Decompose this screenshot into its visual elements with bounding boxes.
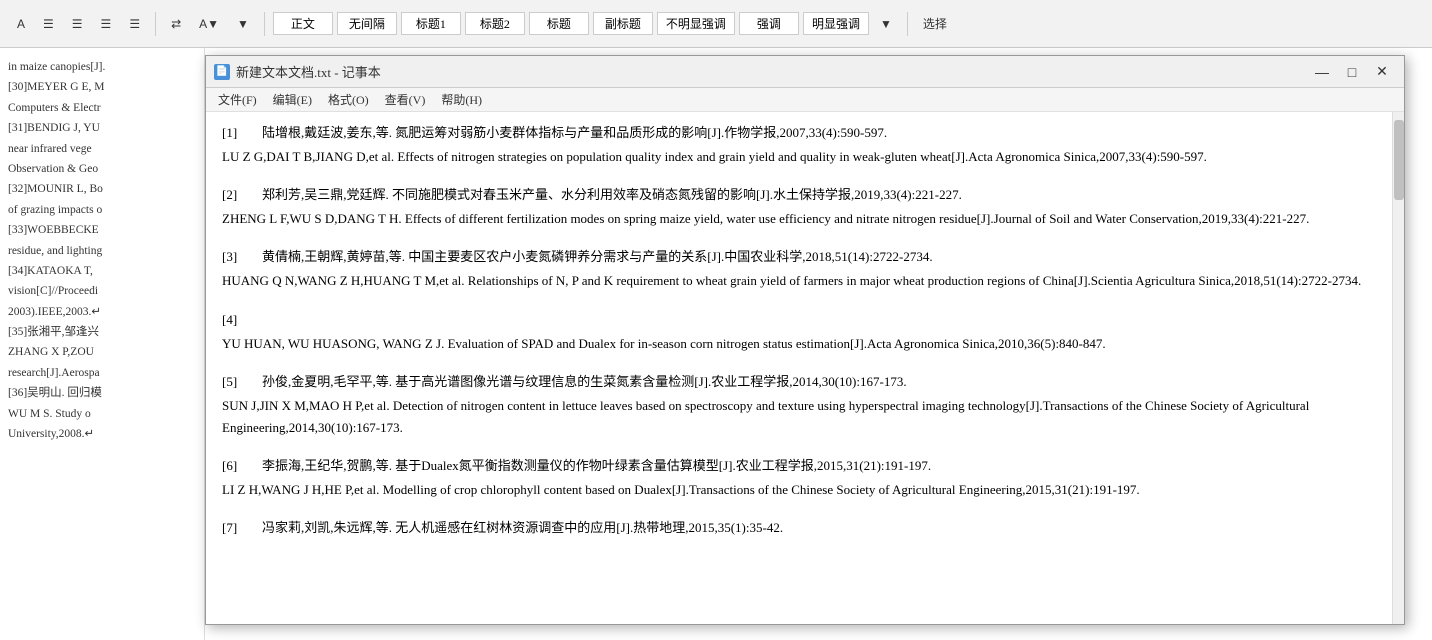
indent-btn[interactable]: ⇄	[164, 14, 188, 34]
menu-view[interactable]: 查看(V)	[377, 89, 434, 110]
close-button[interactable]: ✕	[1368, 62, 1396, 82]
ref-2-cn: [2]郑利芳,吴三鼎,党廷辉. 不同施肥模式对春玉米产量、水分利用效率及硝态氮残…	[222, 184, 1388, 206]
left-item-18: University,2008.↵	[8, 425, 196, 443]
scrollbar[interactable]	[1392, 112, 1404, 624]
more-btn[interactable]: ▼	[230, 14, 256, 34]
ref-3-cn: [3]黄倩楠,王朝辉,黄婷苗,等. 中国主要麦区农户小麦氮磷钾养分需求与产量的关…	[222, 246, 1388, 268]
ref-7: [7]冯家莉,刘凯,朱远辉,等. 无人机遥感在红树林资源调查中的应用[J].热带…	[222, 517, 1388, 539]
notepad-window: 📄 新建文本文档.txt - 记事本 — □ ✕ 文件(F) 编辑(E) 格式(…	[205, 55, 1405, 625]
select-btn[interactable]: 选择	[916, 12, 954, 35]
sep3	[907, 12, 908, 36]
ref-1-cn: [1]陆增根,戴廷波,姜东,等. 氮肥运筹对弱筋小麦群体指标与产量和品质形成的影…	[222, 122, 1388, 144]
notepad-menubar: 文件(F) 编辑(E) 格式(O) 查看(V) 帮助(H)	[206, 88, 1404, 112]
ref-3-cn-text: 黄倩楠,王朝辉,黄婷苗,等. 中国主要麦区农户小麦氮磷钾养分需求与产量的关系[J…	[262, 249, 933, 264]
ref-3-en: HUANG Q N,WANG Z H,HUANG T M,et al. Rela…	[222, 270, 1388, 292]
ref-5-number: [5]	[222, 371, 262, 393]
maximize-button[interactable]: □	[1338, 62, 1366, 82]
left-item-14: ZHANG X P,ZOU	[8, 343, 196, 361]
window-controls: — □ ✕	[1308, 62, 1396, 82]
style-wujiange[interactable]: 无间隔	[337, 12, 397, 35]
left-item-5: Observation & Geo	[8, 160, 196, 178]
ref-1-cn-text: 陆增根,戴廷波,姜东,等. 氮肥运筹对弱筋小麦群体指标与产量和品质形成的影响[J…	[262, 125, 887, 140]
left-item-7: of grazing impacts o	[8, 201, 196, 219]
style-biaoti2[interactable]: 标题2	[465, 12, 525, 35]
ref-7-cn: [7]冯家莉,刘凯,朱远辉,等. 无人机遥感在红树林资源调查中的应用[J].热带…	[222, 517, 1388, 539]
styles-dropdown-btn[interactable]: ▼	[873, 14, 899, 34]
notepad-titlebar[interactable]: 📄 新建文本文档.txt - 记事本 — □ ✕	[206, 56, 1404, 88]
ref-1-number: [1]	[222, 122, 262, 144]
left-item-2: Computers & Electr	[8, 99, 196, 117]
ref-6: [6]李振海,王纪华,贺鹏,等. 基于Dualex氮平衡指数测量仪的作物叶绿素含…	[222, 455, 1388, 501]
left-item-3: [31]BENDIG J, YU	[8, 119, 196, 137]
scrollbar-thumb[interactable]	[1394, 120, 1404, 200]
ref-6-number: [6]	[222, 455, 262, 477]
ref-4-cn: [4]	[222, 309, 1388, 331]
left-item-10: [34]KATAOKA T,	[8, 262, 196, 280]
ref-4-en: YU HUAN, WU HUASONG, WANG Z J. Evaluatio…	[222, 333, 1388, 355]
align-right-btn[interactable]: ☰	[65, 14, 90, 34]
align-center-btn[interactable]: ☰	[36, 14, 61, 34]
ref-4: [4] YU HUAN, WU HUASONG, WANG Z J. Evalu…	[222, 309, 1388, 355]
menu-help[interactable]: 帮助(H)	[433, 89, 490, 110]
menu-edit[interactable]: 编辑(E)	[265, 89, 320, 110]
ref-2-number: [2]	[222, 184, 262, 206]
style-fubiaoti[interactable]: 副标题	[593, 12, 653, 35]
left-item-8: [33]WOEBBECKE	[8, 221, 196, 239]
left-item-13: [35]张湘平,邹逢兴	[8, 323, 196, 341]
style-mingxian[interactable]: 明显强调	[803, 12, 869, 35]
left-panel: in maize canopies[J]. [30]MEYER G E, M C…	[0, 48, 205, 640]
left-item-6: [32]MOUNIR L, Bo	[8, 180, 196, 198]
left-item-12: 2003).IEEE,2003.↵	[8, 303, 196, 321]
ref-7-number: [7]	[222, 517, 262, 539]
left-item-9: residue, and lighting	[8, 242, 196, 260]
left-item-0: in maize canopies[J].	[8, 58, 196, 76]
ref-1-en: LU Z G,DAI T B,JIANG D,et al. Effects of…	[222, 146, 1388, 168]
style-bumingxian[interactable]: 不明显强调	[657, 12, 735, 35]
sep2	[264, 12, 265, 36]
menu-format[interactable]: 格式(O)	[320, 89, 377, 110]
left-item-16: [36]吴明山. 回归模	[8, 384, 196, 402]
left-item-4: near infrared vege	[8, 140, 196, 158]
ref-5-cn-text: 孙俊,金夏明,毛罕平,等. 基于高光谱图像光谱与纹理信息的生菜氮素含量检测[J]…	[262, 374, 907, 389]
ref-7-cn-text: 冯家莉,刘凯,朱远辉,等. 无人机遥感在红树林资源调查中的应用[J].热带地理,…	[262, 520, 783, 535]
ref-6-cn: [6]李振海,王纪华,贺鹏,等. 基于Dualex氮平衡指数测量仪的作物叶绿素含…	[222, 455, 1388, 477]
style-biaoti1[interactable]: 标题1	[401, 12, 461, 35]
left-item-11: vision[C]//Proceedi	[8, 282, 196, 300]
color-btn[interactable]: A▼	[192, 14, 226, 34]
ref-3: [3]黄倩楠,王朝辉,黄婷苗,等. 中国主要麦区农户小麦氮磷钾养分需求与产量的关…	[222, 246, 1388, 292]
style-biaoti[interactable]: 标题	[529, 12, 589, 35]
minimize-button[interactable]: —	[1308, 62, 1336, 82]
notepad-title: 新建文本文档.txt - 记事本	[236, 62, 1308, 81]
ref-5: [5]孙俊,金夏明,毛罕平,等. 基于高光谱图像光谱与纹理信息的生菜氮素含量检测…	[222, 371, 1388, 439]
left-item-15: research[J].Aerospa	[8, 364, 196, 382]
menu-file[interactable]: 文件(F)	[210, 89, 265, 110]
ref-6-en: LI Z H,WANG J H,HE P,et al. Modelling of…	[222, 479, 1388, 501]
left-item-17: WU M S. Study o	[8, 405, 196, 423]
ref-5-cn: [5]孙俊,金夏明,毛罕平,等. 基于高光谱图像光谱与纹理信息的生菜氮素含量检测…	[222, 371, 1388, 393]
ref-1: [1]陆增根,戴廷波,姜东,等. 氮肥运筹对弱筋小麦群体指标与产量和品质形成的影…	[222, 122, 1388, 168]
left-item-1: [30]MEYER G E, M	[8, 78, 196, 96]
align-left-btn[interactable]: A	[10, 14, 32, 34]
notepad-icon: 📄	[214, 64, 230, 80]
ref-6-cn-text: 李振海,王纪华,贺鹏,等. 基于Dualex氮平衡指数测量仪的作物叶绿素含量估算…	[262, 458, 931, 473]
notepad-content[interactable]: [1]陆增根,戴廷波,姜东,等. 氮肥运筹对弱筋小麦群体指标与产量和品质形成的影…	[206, 112, 1404, 624]
style-qiangdiao[interactable]: 强调	[739, 12, 799, 35]
justify-btn[interactable]: ☰	[94, 14, 119, 34]
style-zhengwen[interactable]: 正文	[273, 12, 333, 35]
ref-5-en: SUN J,JIN X M,MAO H P,et al. Detection o…	[222, 395, 1388, 439]
ref-2: [2]郑利芳,吴三鼎,党廷辉. 不同施肥模式对春玉米产量、水分利用效率及硝态氮残…	[222, 184, 1388, 230]
ref-2-en: ZHENG L F,WU S D,DANG T H. Effects of di…	[222, 208, 1388, 230]
sep1	[155, 12, 156, 36]
ref-2-cn-text: 郑利芳,吴三鼎,党廷辉. 不同施肥模式对春玉米产量、水分利用效率及硝态氮残留的影…	[262, 187, 962, 202]
format-btn[interactable]: ☰	[122, 14, 147, 34]
ref-3-number: [3]	[222, 246, 262, 268]
word-toolbar: A ☰ ☰ ☰ ☰ ⇄ A▼ ▼ 正文 无间隔 标题1 标题2 标题 副标题 不…	[0, 0, 1432, 48]
ref-4-number: [4]	[222, 309, 262, 331]
